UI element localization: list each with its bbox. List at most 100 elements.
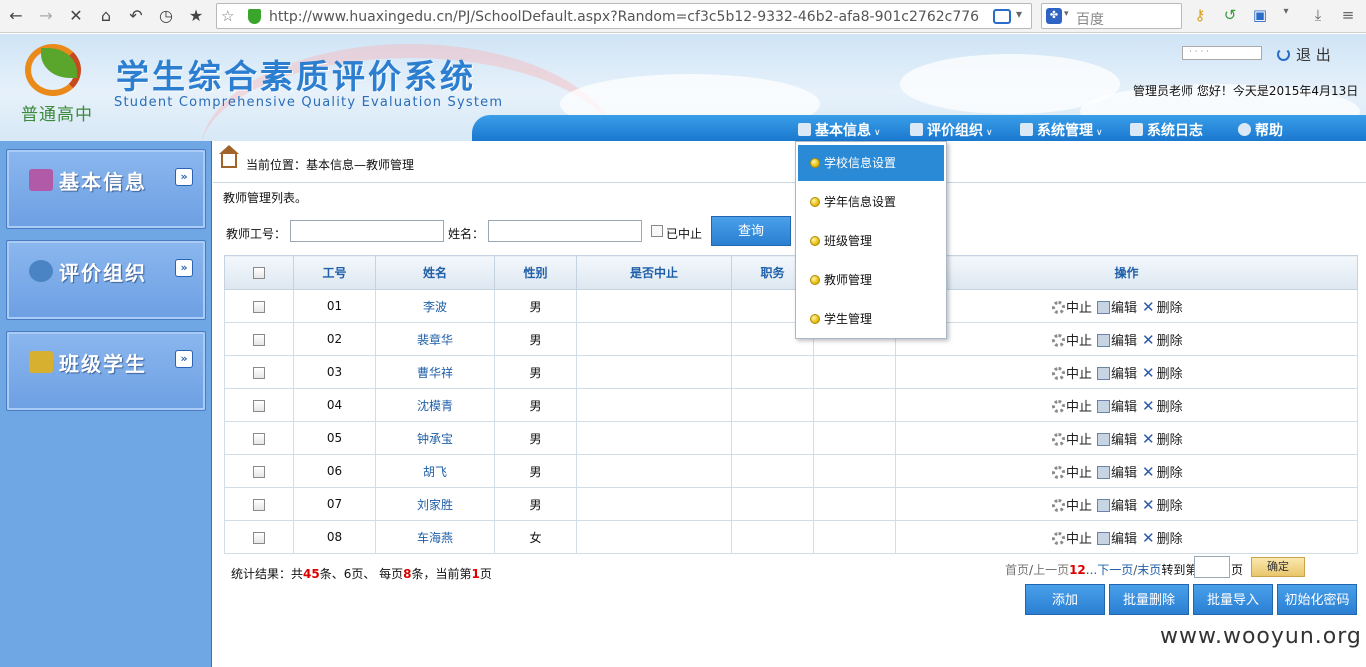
delete-button[interactable]: ✕ 删除 [1142, 462, 1183, 481]
menu-item-year-settings[interactable]: 学年信息设置 [798, 184, 944, 220]
row-checkbox[interactable] [253, 432, 265, 445]
edit-button[interactable]: 编辑 [1097, 462, 1137, 481]
nav-item-evaluation[interactable]: 评价组织 ∨ [910, 120, 993, 140]
row-checkbox[interactable] [253, 465, 265, 478]
menu-icon[interactable]: ≡ [1338, 6, 1358, 24]
add-button[interactable]: 添加 [1025, 584, 1105, 615]
sidebar-item-evaluation[interactable]: 评价组织 » [6, 240, 206, 320]
col-header-id[interactable]: 工号 [293, 255, 376, 290]
suspend-button[interactable]: 中止 [1052, 297, 1092, 316]
teacher-name-link[interactable]: 裴章华 [417, 333, 453, 347]
suspend-button[interactable]: 中止 [1052, 363, 1092, 382]
chevron-down-icon[interactable]: ▾ [1064, 9, 1069, 19]
row-checkbox[interactable] [253, 531, 265, 544]
name-input[interactable] [488, 220, 642, 242]
edit-button[interactable]: 编辑 [1097, 528, 1137, 547]
translate-icon[interactable]: ▣ [1250, 6, 1270, 24]
col-header-suspended[interactable]: 是否中止 [576, 255, 732, 290]
pager-numbers[interactable]: 12 [1069, 563, 1086, 577]
row-checkbox[interactable] [253, 366, 265, 379]
edit-button[interactable]: 编辑 [1097, 363, 1137, 382]
pager-next[interactable]: 下一页 [1097, 563, 1133, 577]
url-text[interactable]: http://www.huaxingedu.cn/PJ/SchoolDefaul… [269, 9, 979, 25]
bookmark-star-icon[interactable]: ★ [186, 6, 206, 26]
download-icon[interactable]: ⤓ [1308, 6, 1328, 24]
query-button[interactable]: 查询 [711, 216, 791, 246]
nav-item-syslog[interactable]: 系统日志 [1130, 120, 1203, 140]
edit-button[interactable]: 编辑 [1097, 495, 1137, 514]
menu-item-student-management[interactable]: 学生管理 [798, 301, 944, 337]
edit-button[interactable]: 编辑 [1097, 429, 1137, 448]
row-checkbox[interactable] [253, 333, 265, 346]
delete-button[interactable]: ✕ 删除 [1142, 297, 1183, 316]
password-field[interactable]: · · · · [1182, 46, 1262, 60]
suspend-button[interactable]: 中止 [1052, 396, 1092, 415]
teacher-name-link[interactable]: 沈模青 [417, 399, 453, 413]
suspend-button[interactable]: 中止 [1052, 528, 1092, 547]
refresh-icon[interactable]: ↺ [1220, 6, 1240, 24]
menu-item-school-settings[interactable]: 学校信息设置 [798, 145, 944, 181]
row-checkbox[interactable] [253, 399, 265, 412]
delete-button[interactable]: ✕ 删除 [1142, 528, 1183, 547]
confirm-button[interactable]: 确定 [1251, 557, 1305, 577]
pager-prev[interactable]: 上一页 [1033, 563, 1069, 577]
search-input[interactable]: ✤ ▾ 百度 [1041, 3, 1182, 29]
stop-icon[interactable]: ✕ [66, 6, 86, 26]
delete-button[interactable]: ✕ 删除 [1142, 429, 1183, 448]
menu-item-teacher-management[interactable]: 教师管理 [798, 262, 944, 298]
star-icon[interactable]: ☆ [221, 7, 234, 25]
pager-ellipsis[interactable]: ... [1086, 563, 1097, 577]
chevron-down-icon[interactable]: ▾ [1276, 6, 1296, 17]
teacher-name-link[interactable]: 车海燕 [417, 531, 453, 545]
forward-icon[interactable]: → [36, 6, 56, 26]
page-jump-input[interactable] [1194, 556, 1230, 578]
row-checkbox[interactable] [253, 498, 265, 511]
sidebar-item-class-students[interactable]: 班级学生 » [6, 331, 206, 411]
nav-item-system[interactable]: 系统管理 ∨ [1020, 120, 1103, 140]
double-chevron-right-icon[interactable]: » [175, 350, 193, 368]
undo-icon[interactable]: ↶ [126, 6, 146, 26]
select-all-checkbox[interactable] [253, 267, 265, 279]
edit-button[interactable]: 编辑 [1097, 297, 1137, 316]
extension-icon[interactable] [993, 9, 1011, 24]
delete-button[interactable]: ✕ 删除 [1142, 495, 1183, 514]
sidebar-item-basic-info[interactable]: 基本信息 » [6, 149, 206, 229]
double-chevron-right-icon[interactable]: » [175, 168, 193, 186]
suspend-button[interactable]: 中止 [1052, 429, 1092, 448]
suspend-button[interactable]: 中止 [1052, 462, 1092, 481]
col-header-gender[interactable]: 性别 [494, 255, 577, 290]
teacher-name-link[interactable]: 胡飞 [423, 465, 447, 479]
delete-button[interactable]: ✕ 删除 [1142, 330, 1183, 349]
suspend-button[interactable]: 中止 [1052, 330, 1092, 349]
batch-import-button[interactable]: 批量导入 [1193, 584, 1273, 615]
row-checkbox[interactable] [253, 300, 265, 313]
edit-button[interactable]: 编辑 [1097, 330, 1137, 349]
teacher-id-input[interactable] [290, 220, 444, 242]
suspended-checkbox[interactable] [651, 225, 663, 237]
edit-button[interactable]: 编辑 [1097, 396, 1137, 415]
suspend-button[interactable]: 中止 [1052, 495, 1092, 514]
history-icon[interactable]: ◷ [156, 6, 176, 26]
teacher-name-link[interactable]: 李波 [423, 300, 447, 314]
col-header-name[interactable]: 姓名 [375, 255, 495, 290]
delete-button[interactable]: ✕ 删除 [1142, 363, 1183, 382]
pager-last[interactable]: 末页 [1137, 563, 1161, 577]
batch-delete-button[interactable]: 批量删除 [1109, 584, 1189, 615]
double-chevron-right-icon[interactable]: » [175, 259, 193, 277]
logout-button[interactable]: 退 出 [1277, 44, 1331, 65]
nav-item-basic-info[interactable]: 基本信息 ∨ [798, 120, 881, 140]
key-icon[interactable]: ⚷ [1190, 6, 1210, 24]
home-icon[interactable]: ⌂ [96, 6, 116, 26]
reset-password-button[interactable]: 初始化密码 [1277, 584, 1357, 615]
menu-item-class-management[interactable]: 班级管理 [798, 223, 944, 259]
pager-first[interactable]: 首页 [1005, 563, 1029, 577]
delete-button[interactable]: ✕ 删除 [1142, 396, 1183, 415]
chevron-down-icon[interactable]: ▾ [1016, 7, 1022, 21]
home-icon[interactable] [219, 145, 239, 168]
teacher-name-link[interactable]: 钟承宝 [417, 432, 453, 446]
back-icon[interactable]: ← [6, 6, 26, 26]
address-bar[interactable]: ☆ http://www.huaxingedu.cn/PJ/SchoolDefa… [216, 3, 1032, 29]
teacher-name-link[interactable]: 刘家胜 [417, 498, 453, 512]
teacher-name-link[interactable]: 曹华祥 [417, 366, 453, 380]
nav-item-help[interactable]: 帮助 [1238, 120, 1283, 140]
